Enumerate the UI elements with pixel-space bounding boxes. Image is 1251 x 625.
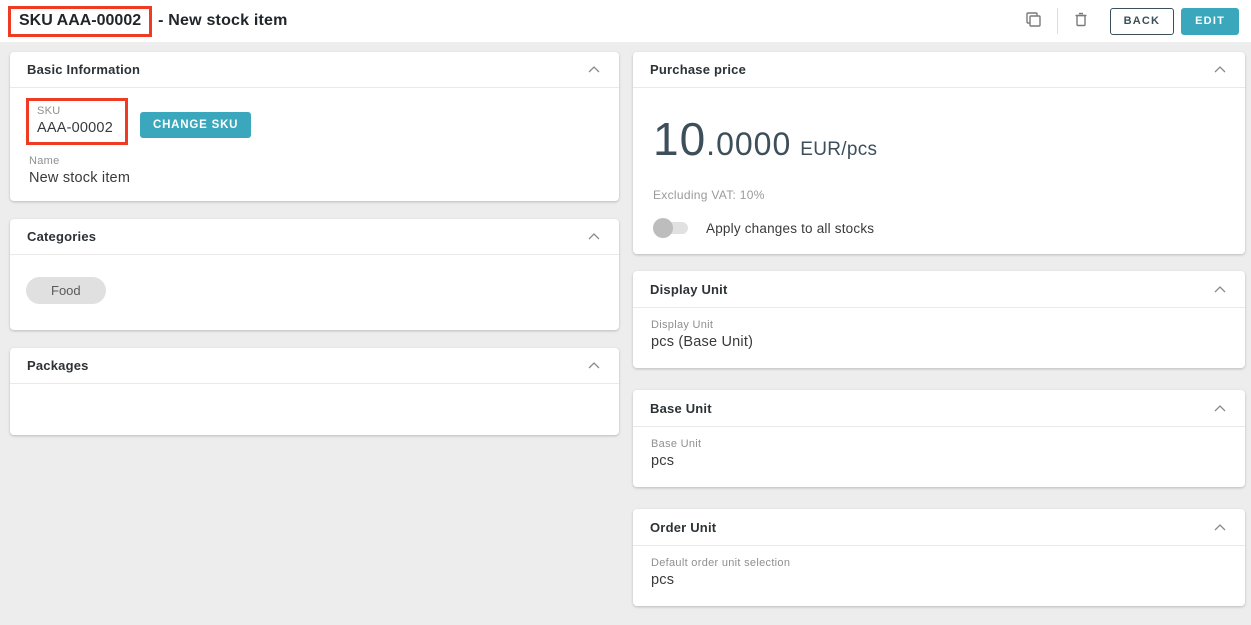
order-unit-header: Order Unit bbox=[633, 509, 1245, 546]
left-column: Basic Information SKU AAA-00002 CHANGE S… bbox=[10, 52, 619, 606]
base-unit-body: Base Unit pcs bbox=[633, 427, 1245, 487]
page-title-rest: - New stock item bbox=[158, 12, 287, 30]
price-display: 10 .0000 EUR/pcs bbox=[653, 112, 1225, 166]
card-purchase-price: Purchase price 10 .0000 EUR/pcs Excludin… bbox=[633, 52, 1245, 254]
order-unit-body: Default order unit selection pcs bbox=[633, 546, 1245, 606]
card-title: Order Unit bbox=[650, 520, 716, 535]
sku-annotation-box: SKU AAA-00002 bbox=[8, 6, 152, 37]
base-unit-label: Base Unit bbox=[651, 438, 1227, 450]
base-unit-header: Base Unit bbox=[633, 390, 1245, 427]
copy-button[interactable] bbox=[1019, 6, 1049, 36]
price-decimals: .0000 bbox=[706, 126, 791, 163]
name-label: Name bbox=[29, 155, 603, 167]
toolbar-divider bbox=[1057, 8, 1058, 34]
card-order-unit: Order Unit Default order unit selection … bbox=[633, 509, 1245, 606]
chevron-up-icon[interactable] bbox=[587, 232, 601, 241]
card-categories: Categories Food bbox=[10, 219, 619, 330]
name-value: New stock item bbox=[29, 170, 603, 186]
sku-label: SKU bbox=[37, 105, 113, 117]
categories-header: Categories bbox=[10, 219, 619, 255]
display-unit-body: Display Unit pcs (Base Unit) bbox=[633, 308, 1245, 368]
apply-changes-toggle[interactable] bbox=[653, 218, 691, 238]
chevron-up-icon[interactable] bbox=[587, 65, 601, 74]
topbar-actions: BACK EDIT bbox=[1019, 6, 1239, 36]
order-unit-label: Default order unit selection bbox=[651, 557, 1227, 569]
display-unit-label: Display Unit bbox=[651, 319, 1227, 331]
chevron-up-icon[interactable] bbox=[1213, 65, 1227, 74]
display-unit-value: pcs (Base Unit) bbox=[651, 334, 1227, 350]
category-chip[interactable]: Food bbox=[26, 277, 106, 304]
sku-annotation-box: SKU AAA-00002 bbox=[26, 98, 128, 145]
sku-value: AAA-00002 bbox=[37, 120, 113, 136]
chevron-up-icon[interactable] bbox=[1213, 523, 1227, 532]
name-field-group: Name New stock item bbox=[26, 155, 603, 186]
apply-changes-label: Apply changes to all stocks bbox=[706, 221, 874, 236]
page-title: SKU AAA-00002 - New stock item bbox=[8, 6, 288, 37]
card-title: Purchase price bbox=[650, 62, 746, 77]
change-sku-button[interactable]: CHANGE SKU bbox=[140, 112, 251, 138]
sku-row: SKU AAA-00002 CHANGE SKU bbox=[26, 98, 603, 145]
card-title: Base Unit bbox=[650, 401, 712, 416]
packages-body bbox=[10, 384, 619, 435]
card-basic-information: Basic Information SKU AAA-00002 CHANGE S… bbox=[10, 52, 619, 201]
page-title-sku: SKU AAA-00002 bbox=[19, 12, 141, 29]
back-button[interactable]: BACK bbox=[1110, 8, 1175, 35]
card-display-unit: Display Unit Display Unit pcs (Base Unit… bbox=[633, 271, 1245, 368]
card-title: Basic Information bbox=[27, 62, 140, 77]
content-area: Basic Information SKU AAA-00002 CHANGE S… bbox=[0, 42, 1251, 606]
trash-icon bbox=[1072, 10, 1090, 32]
categories-body: Food bbox=[10, 255, 619, 330]
right-column: Purchase price 10 .0000 EUR/pcs Excludin… bbox=[633, 52, 1245, 606]
basic-information-header: Basic Information bbox=[10, 52, 619, 88]
purchase-price-body: 10 .0000 EUR/pcs Excluding VAT: 10% Appl… bbox=[633, 88, 1245, 254]
card-base-unit: Base Unit Base Unit pcs bbox=[633, 390, 1245, 487]
price-integer: 10 bbox=[653, 112, 706, 166]
price-unit: EUR/pcs bbox=[800, 139, 877, 161]
copy-icon bbox=[1024, 10, 1043, 32]
basic-information-body: SKU AAA-00002 CHANGE SKU Name New stock … bbox=[10, 88, 619, 201]
vat-note: Excluding VAT: 10% bbox=[653, 188, 1225, 202]
chevron-up-icon[interactable] bbox=[1213, 404, 1227, 413]
toggle-thumb bbox=[653, 218, 673, 238]
chevron-up-icon[interactable] bbox=[1213, 285, 1227, 294]
top-bar: SKU AAA-00002 - New stock item BACK bbox=[0, 0, 1251, 42]
card-title: Display Unit bbox=[650, 282, 728, 297]
display-unit-header: Display Unit bbox=[633, 271, 1245, 308]
packages-header: Packages bbox=[10, 348, 619, 384]
chevron-up-icon[interactable] bbox=[587, 361, 601, 370]
purchase-price-header: Purchase price bbox=[633, 52, 1245, 88]
apply-changes-row: Apply changes to all stocks bbox=[653, 218, 1225, 238]
base-unit-value: pcs bbox=[651, 453, 1227, 469]
edit-button[interactable]: EDIT bbox=[1181, 8, 1239, 35]
card-title: Packages bbox=[27, 358, 89, 373]
delete-button[interactable] bbox=[1066, 6, 1096, 36]
card-title: Categories bbox=[27, 229, 96, 244]
card-packages: Packages bbox=[10, 348, 619, 435]
order-unit-value: pcs bbox=[651, 572, 1227, 588]
